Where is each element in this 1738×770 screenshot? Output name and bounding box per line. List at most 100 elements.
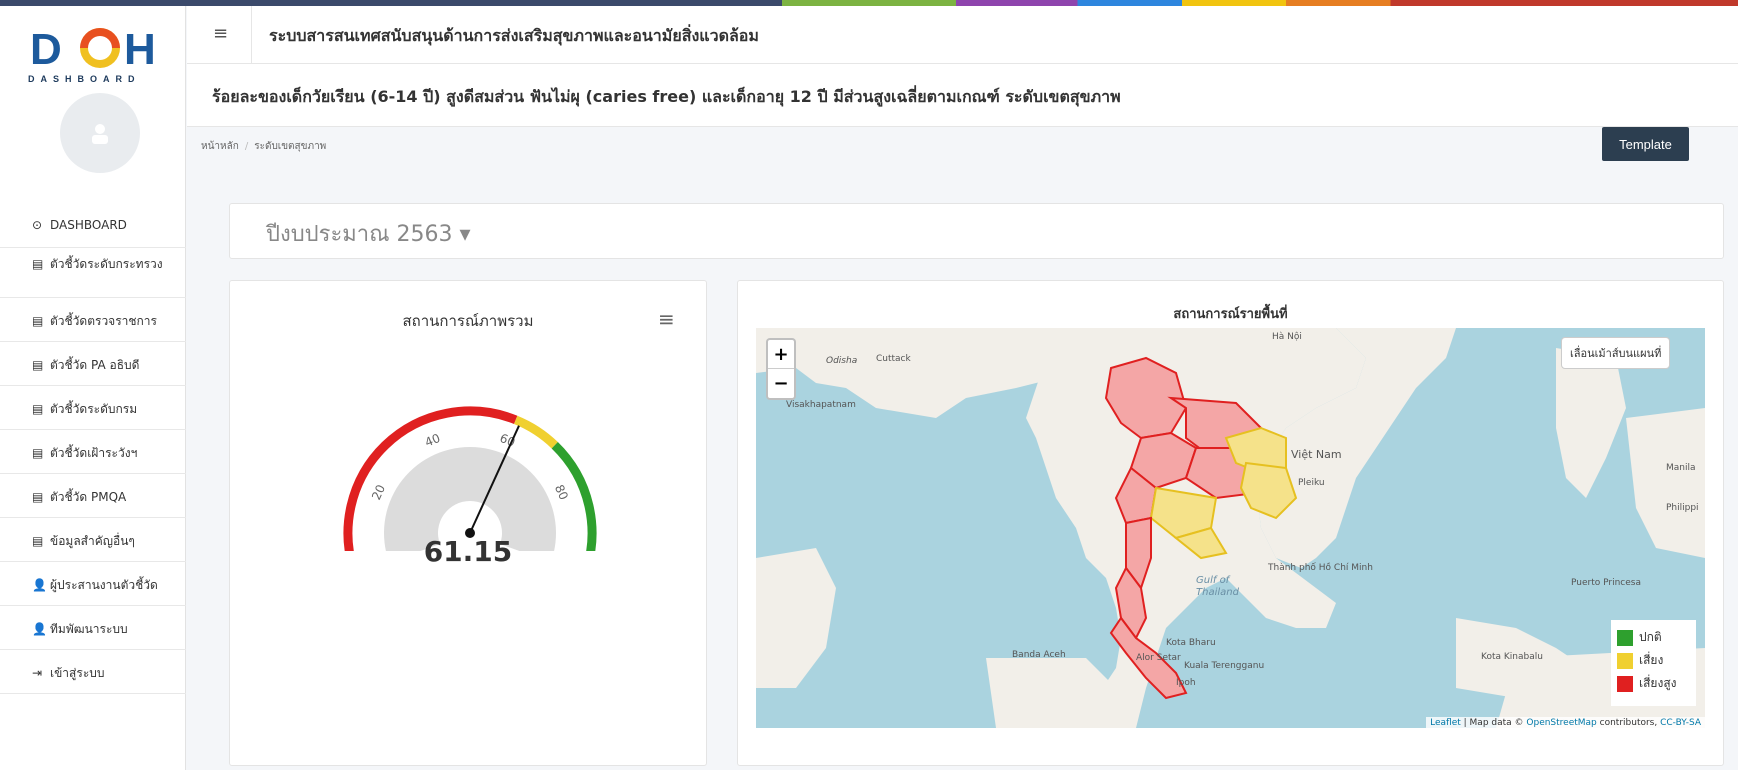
- osm-link[interactable]: OpenStreetMap: [1526, 718, 1596, 728]
- sidebar-item[interactable]: ⇥ เข้าสู่ระบบ: [0, 650, 186, 694]
- logo-letter-h: H: [124, 25, 156, 74]
- attribution-text: | Map data ©: [1460, 718, 1527, 728]
- user-icon: 👤: [32, 622, 47, 636]
- map-place-label: Cuttack: [876, 354, 911, 364]
- map-attribution: Leaflet | Map data © OpenStreetMap contr…: [756, 717, 1705, 728]
- gauge-tick-label: 40: [423, 431, 442, 450]
- map-place-label: Manila: [1666, 463, 1696, 473]
- sidebar-menu: ⊙ DASHBOARD ▤ ตัวชี้วัดระดับกระทรวง ▤ ตัวชี้ว…: [0, 202, 186, 694]
- breadcrumb-separator: /: [244, 141, 249, 152]
- header-divider: [251, 6, 252, 64]
- sidebar: D H DASHBOARD ⊙ DASHBOARD ▤ ตัวชี้วัดระดับก…: [0, 6, 186, 770]
- sidebar-item[interactable]: ▤ ตัวชี้วัด PA อธิบดี: [0, 342, 186, 386]
- area-map-panel: สถานการณ์รายพื้นที่ Gulf of Thailand Cut…: [737, 280, 1724, 766]
- overall-gauge-panel: สถานการณ์ภาพรวม ≡ 020406080100 61.15: [229, 280, 707, 766]
- attribution-text: contributors,: [1596, 718, 1661, 728]
- sidebar-item[interactable]: 👤 ทีมพัฒนาระบบ: [0, 606, 186, 650]
- sidebar-item[interactable]: ▤ ตัวชี้วัดตรวจราชการ: [0, 298, 186, 342]
- sidebar-item-label: ตัวชี้วัดระดับกรม: [50, 402, 138, 416]
- sidebar-item-label: ตัวชี้วัด PA อธิบดี: [50, 358, 140, 372]
- map-place-label: Thành phố Hồ Chí Minh: [1268, 563, 1373, 573]
- sidebar-item[interactable]: ⊙ DASHBOARD: [0, 202, 186, 248]
- map-place-label: Kota Kinabalu: [1481, 652, 1543, 662]
- logo-letter-d: D: [30, 25, 62, 74]
- sidebar-item[interactable]: ▤ ข้อมูลสำคัญอื่นๆ: [0, 518, 186, 562]
- breadcrumb-bar: หน้าหลัก / ระดับเขตสุขภาพ Template: [187, 126, 1738, 168]
- map-place-label: Alor Setar: [1136, 653, 1181, 663]
- hamburger-menu-icon[interactable]: ≡: [213, 23, 228, 44]
- user-silhouette-icon: [92, 124, 108, 144]
- map-place-label: Philippi: [1666, 503, 1699, 513]
- breadcrumb-home[interactable]: หน้าหลัก: [201, 141, 239, 152]
- header: ≡ ระบบสารสนเทศสนับสนุนด้านการส่งเสริมสุข…: [187, 6, 1738, 64]
- list-icon: ▤: [32, 314, 44, 328]
- map-place-label: Kota Bharu: [1166, 638, 1216, 648]
- legend-item-normal: ปกติ: [1617, 626, 1690, 649]
- zoom-out-button[interactable]: −: [768, 369, 794, 398]
- legend-swatch: [1617, 652, 1633, 669]
- zoom-in-button[interactable]: +: [768, 340, 794, 369]
- list-icon: ▤: [32, 257, 44, 271]
- sidebar-item[interactable]: ▤ ตัวชี้วัดระดับกรม: [0, 386, 186, 430]
- sidebar-item-label: ตัวชี้วัดระดับกระทรวง: [50, 257, 163, 271]
- sidebar-item-label: ทีมพัฒนาระบบ: [50, 622, 128, 636]
- sidebar-item-label: ตัวชี้วัด PMQA: [50, 490, 127, 504]
- list-icon: ▤: [32, 490, 44, 504]
- system-title: ระบบสารสนเทศสนับสนุนด้านการส่งเสริมสุขภา…: [269, 26, 759, 45]
- map-place-label: Odisha: [826, 356, 858, 366]
- avatar: [60, 93, 140, 173]
- map-place-label: Hà Nội: [1272, 332, 1302, 342]
- gauge-title: สถานการณ์ภาพรวม: [402, 312, 534, 330]
- leaflet-link[interactable]: Leaflet: [1430, 718, 1461, 728]
- map-place-label: Pleiku: [1298, 478, 1325, 488]
- fiscal-year-dropdown[interactable]: ปีงบประมาณ 2563 ▾: [266, 216, 471, 251]
- list-icon: ▤: [32, 358, 44, 372]
- zoom-control: + −: [766, 338, 796, 400]
- breadcrumb-current: ระดับเขตสุขภาพ: [254, 141, 327, 152]
- legend-item-high-risk: เสี่ยงสูง: [1617, 672, 1690, 695]
- chart-menu-icon[interactable]: ≡: [658, 307, 675, 331]
- map-title: สถานการณ์รายพื้นที่: [1173, 307, 1288, 322]
- gauge-band: [513, 415, 558, 449]
- template-button[interactable]: Template: [1602, 127, 1689, 161]
- sidebar-item-label: ตัวชี้วัดตรวจราชการ: [50, 314, 157, 328]
- list-icon: ▤: [32, 402, 44, 416]
- map-place-label: Ipoh: [1176, 678, 1196, 688]
- login-icon: ⇥: [32, 666, 43, 680]
- sidebar-item[interactable]: ▤ ตัวชี้วัด PMQA: [0, 474, 186, 518]
- map-place-label: Visakhapatnam: [786, 400, 856, 410]
- sidebar-item-label: ผู้ประสานงานตัวชี้วัด: [50, 578, 158, 592]
- leaflet-map[interactable]: Gulf of Thailand Cuttack Odisha Visakhap…: [756, 328, 1705, 728]
- gauge-tick-label: 20: [369, 482, 388, 502]
- svg-text:Thailand: Thailand: [1196, 587, 1240, 598]
- year-selector-box: ปีงบประมาณ 2563 ▾: [229, 203, 1724, 259]
- sidebar-item-label: ข้อมูลสำคัญอื่นๆ: [50, 534, 135, 548]
- legend-label: เสี่ยง: [1639, 653, 1664, 667]
- dashboard-icon: ⊙: [32, 218, 43, 232]
- map-place-label: Banda Aceh: [1012, 650, 1066, 660]
- sidebar-item[interactable]: ▤ ตัวชี้วัดระดับกระทรวง: [0, 248, 186, 298]
- page-title: ร้อยละของเด็กวัยเรียน (6-14 ปี) สูงดีสมส…: [212, 87, 1121, 106]
- gauge-tick-label: 80: [552, 482, 571, 502]
- legend-label: เสี่ยงสูง: [1639, 676, 1677, 690]
- logo-subtitle: DASHBOARD: [28, 74, 141, 84]
- sidebar-item-label: ตัวชี้วัดเฝ้าระวังฯ: [50, 446, 138, 460]
- legend-item-risk: เสี่ยง: [1617, 649, 1690, 672]
- doh-logo[interactable]: D H DASHBOARD: [24, 20, 174, 90]
- sidebar-item[interactable]: ▤ ตัวชี้วัดเฝ้าระวังฯ: [0, 430, 186, 474]
- sidebar-item-label: DASHBOARD: [50, 218, 127, 232]
- breadcrumb: หน้าหลัก / ระดับเขตสุขภาพ: [201, 139, 326, 154]
- legend-swatch: [1617, 675, 1633, 692]
- list-icon: ▤: [32, 446, 44, 460]
- license-link[interactable]: CC-BY-SA: [1660, 718, 1701, 728]
- sidebar-item-label: เข้าสู่ระบบ: [50, 666, 105, 680]
- map-place-label: Puerto Princesa: [1571, 578, 1641, 588]
- gauge-chart: 020406080100: [343, 406, 597, 551]
- legend-swatch: [1617, 629, 1633, 646]
- legend-label: ปกติ: [1639, 630, 1662, 644]
- map-place-label: Kuala Terengganu: [1184, 661, 1265, 671]
- map-legend: ปกติ เสี่ยง เสี่ยงสูง: [1611, 620, 1696, 706]
- map-mouse-toggle[interactable]: เลื่อนเม้าส์บนแผนที่: [1561, 337, 1671, 369]
- gauge-value: 61.15: [423, 535, 513, 568]
- sidebar-item[interactable]: 👤 ผู้ประสานงานตัวชี้วัด: [0, 562, 186, 606]
